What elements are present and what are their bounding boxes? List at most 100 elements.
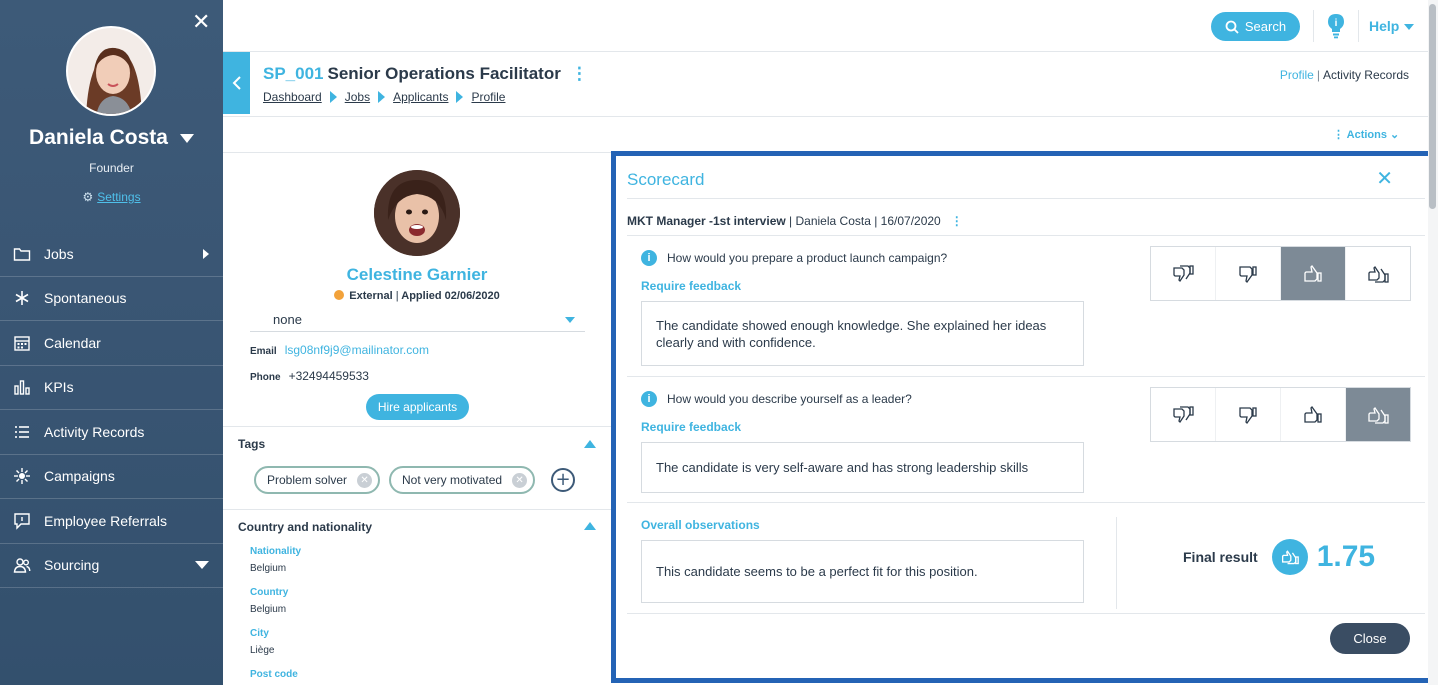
rating-option-negative[interactable] [1216, 247, 1281, 300]
kebab-menu-icon[interactable]: ⋮ [951, 214, 963, 228]
nationality-label: Nationality [250, 546, 302, 557]
divider [1116, 517, 1117, 609]
actions-menu[interactable]: ⋮ Actions ⌄ [1333, 128, 1399, 141]
kebab-menu-icon[interactable]: ⋮ [571, 64, 588, 84]
rating-option-positive[interactable] [1281, 247, 1346, 300]
breadcrumb-profile[interactable]: Profile [471, 90, 505, 104]
double-thumbs-up-icon [1368, 406, 1389, 424]
divider [223, 509, 611, 510]
user-name-text: Daniela Costa [29, 126, 168, 149]
question-row: i How would you prepare a product launch … [641, 250, 947, 266]
hire-applicants-button[interactable]: Hire applicants [366, 394, 469, 420]
city-value: Liège [250, 645, 275, 656]
sidebar-item-campaigns[interactable]: Campaigns [0, 455, 223, 499]
sidebar-item-activity-records[interactable]: Activity Records [0, 410, 223, 455]
back-button[interactable] [223, 52, 250, 114]
rating-selector [1150, 387, 1411, 442]
double-thumbs-down-icon [1173, 405, 1194, 423]
search-button-label: Search [1244, 19, 1287, 34]
rating-option-very-negative[interactable] [1151, 247, 1216, 300]
rating-option-negative[interactable] [1216, 388, 1281, 441]
sidebar-item-kpis[interactable]: KPIs [0, 366, 223, 410]
sidebar-menu: Jobs Spontaneous Calendar KPIs Activity … [0, 232, 223, 588]
meta-separator: | [395, 290, 399, 302]
divider [223, 426, 611, 427]
question-row: i How would you describe yourself as a le… [641, 391, 912, 407]
list-icon [12, 422, 32, 442]
remove-tag-icon[interactable]: ✕ [512, 472, 528, 488]
info-icon[interactable]: i [641, 250, 657, 266]
remove-tag-icon[interactable]: ✕ [357, 472, 373, 488]
tab-activity-records[interactable]: Activity Records [1323, 68, 1409, 82]
spark-icon [12, 466, 32, 486]
answer-box[interactable]: The candidate is very self-aware and has… [641, 442, 1084, 493]
collapse-tags-icon[interactable] [584, 440, 596, 448]
country-value: Belgium [250, 604, 287, 615]
tag-label: Not very motivated [402, 473, 503, 487]
job-code: SP_001 [263, 64, 324, 83]
divider [627, 235, 1425, 236]
source-status-dot [334, 290, 345, 300]
sidebar-item-jobs[interactable]: Jobs [0, 232, 223, 277]
interviewer-name: Daniela Costa [795, 214, 871, 228]
user-avatar[interactable] [66, 26, 156, 116]
settings-link[interactable]: Settings [97, 190, 140, 204]
divider [627, 613, 1425, 614]
candidate-applied: Applied 02/06/2020 [401, 290, 500, 302]
phone-label: Phone [250, 372, 281, 383]
country-label: Country [250, 587, 289, 598]
collapse-country-icon[interactable] [584, 522, 596, 530]
status-select[interactable]: none [250, 308, 585, 332]
thumbs-down-icon [1239, 265, 1257, 283]
rating-option-very-positive[interactable] [1346, 388, 1410, 441]
double-thumbs-up-icon [1368, 265, 1389, 283]
sidebar-item-sourcing[interactable]: Sourcing [0, 544, 223, 588]
sidebar-item-spontaneous[interactable]: Spontaneous [0, 277, 223, 321]
settings-link-row: ⚙ Settings [0, 190, 223, 204]
breadcrumb-jobs[interactable]: Jobs [345, 90, 370, 104]
breadcrumb-applicants[interactable]: Applicants [393, 90, 448, 104]
observations-box[interactable]: This candidate seems to be a perfect fit… [641, 540, 1084, 603]
tag-chip: Not very motivated ✕ [389, 466, 536, 494]
email-link[interactable]: lsg08nf9j9@mailinator.com [285, 343, 429, 357]
user-name[interactable]: Daniela Costa [0, 126, 223, 150]
tab-profile[interactable]: Profile [1280, 68, 1314, 82]
sidebar-item-label: Spontaneous [44, 290, 127, 307]
divider [627, 502, 1425, 503]
user-menu-caret-icon[interactable] [179, 133, 194, 143]
close-sidebar-icon[interactable]: ✕ [192, 12, 210, 34]
double-thumbs-down-icon [1173, 264, 1194, 282]
rating-option-very-negative[interactable] [1151, 388, 1216, 441]
phone-row: Phone +32494459533 [250, 369, 369, 383]
job-title-text: Senior Operations Facilitator [327, 64, 561, 83]
rating-option-very-positive[interactable] [1346, 247, 1410, 300]
city-label: City [250, 628, 269, 639]
sidebar-item-employee-referrals[interactable]: Employee Referrals [0, 499, 223, 544]
sidebar-item-label: Activity Records [44, 423, 145, 440]
close-button[interactable]: Close [1330, 623, 1410, 654]
status-select-value: none [273, 312, 302, 327]
require-feedback-label: Require feedback [641, 279, 742, 293]
add-tag-button[interactable]: + [551, 468, 575, 492]
sidebar-item-label: Jobs [44, 245, 74, 262]
info-icon[interactable]: i [641, 391, 657, 407]
rating-option-positive[interactable] [1281, 388, 1346, 441]
gear-icon: ⚙ [82, 190, 94, 204]
breadcrumb-dashboard[interactable]: Dashboard [263, 90, 322, 104]
divider [1358, 10, 1359, 42]
bar-chart-icon [12, 377, 32, 397]
search-button[interactable]: Search [1211, 12, 1300, 41]
help-menu[interactable]: Help [1369, 18, 1415, 34]
close-icon[interactable]: ✕ [1376, 166, 1393, 190]
tags-section-title: Tags [238, 437, 266, 451]
chevron-right-icon [203, 248, 209, 259]
tag-chip: Problem solver ✕ [254, 466, 381, 494]
lightbulb-icon[interactable]: i [1326, 13, 1346, 39]
answer-box[interactable]: The candidate showed enough knowledge. S… [641, 301, 1084, 366]
phone-value: +32494459533 [288, 369, 369, 383]
divider [1313, 10, 1314, 42]
interview-info: MKT Manager -1st interview | Daniela Cos… [627, 214, 963, 228]
interview-date: 16/07/2020 [880, 214, 941, 228]
sidebar-item-calendar[interactable]: Calendar [0, 321, 223, 366]
scrollbar-thumb[interactable] [1429, 4, 1436, 209]
